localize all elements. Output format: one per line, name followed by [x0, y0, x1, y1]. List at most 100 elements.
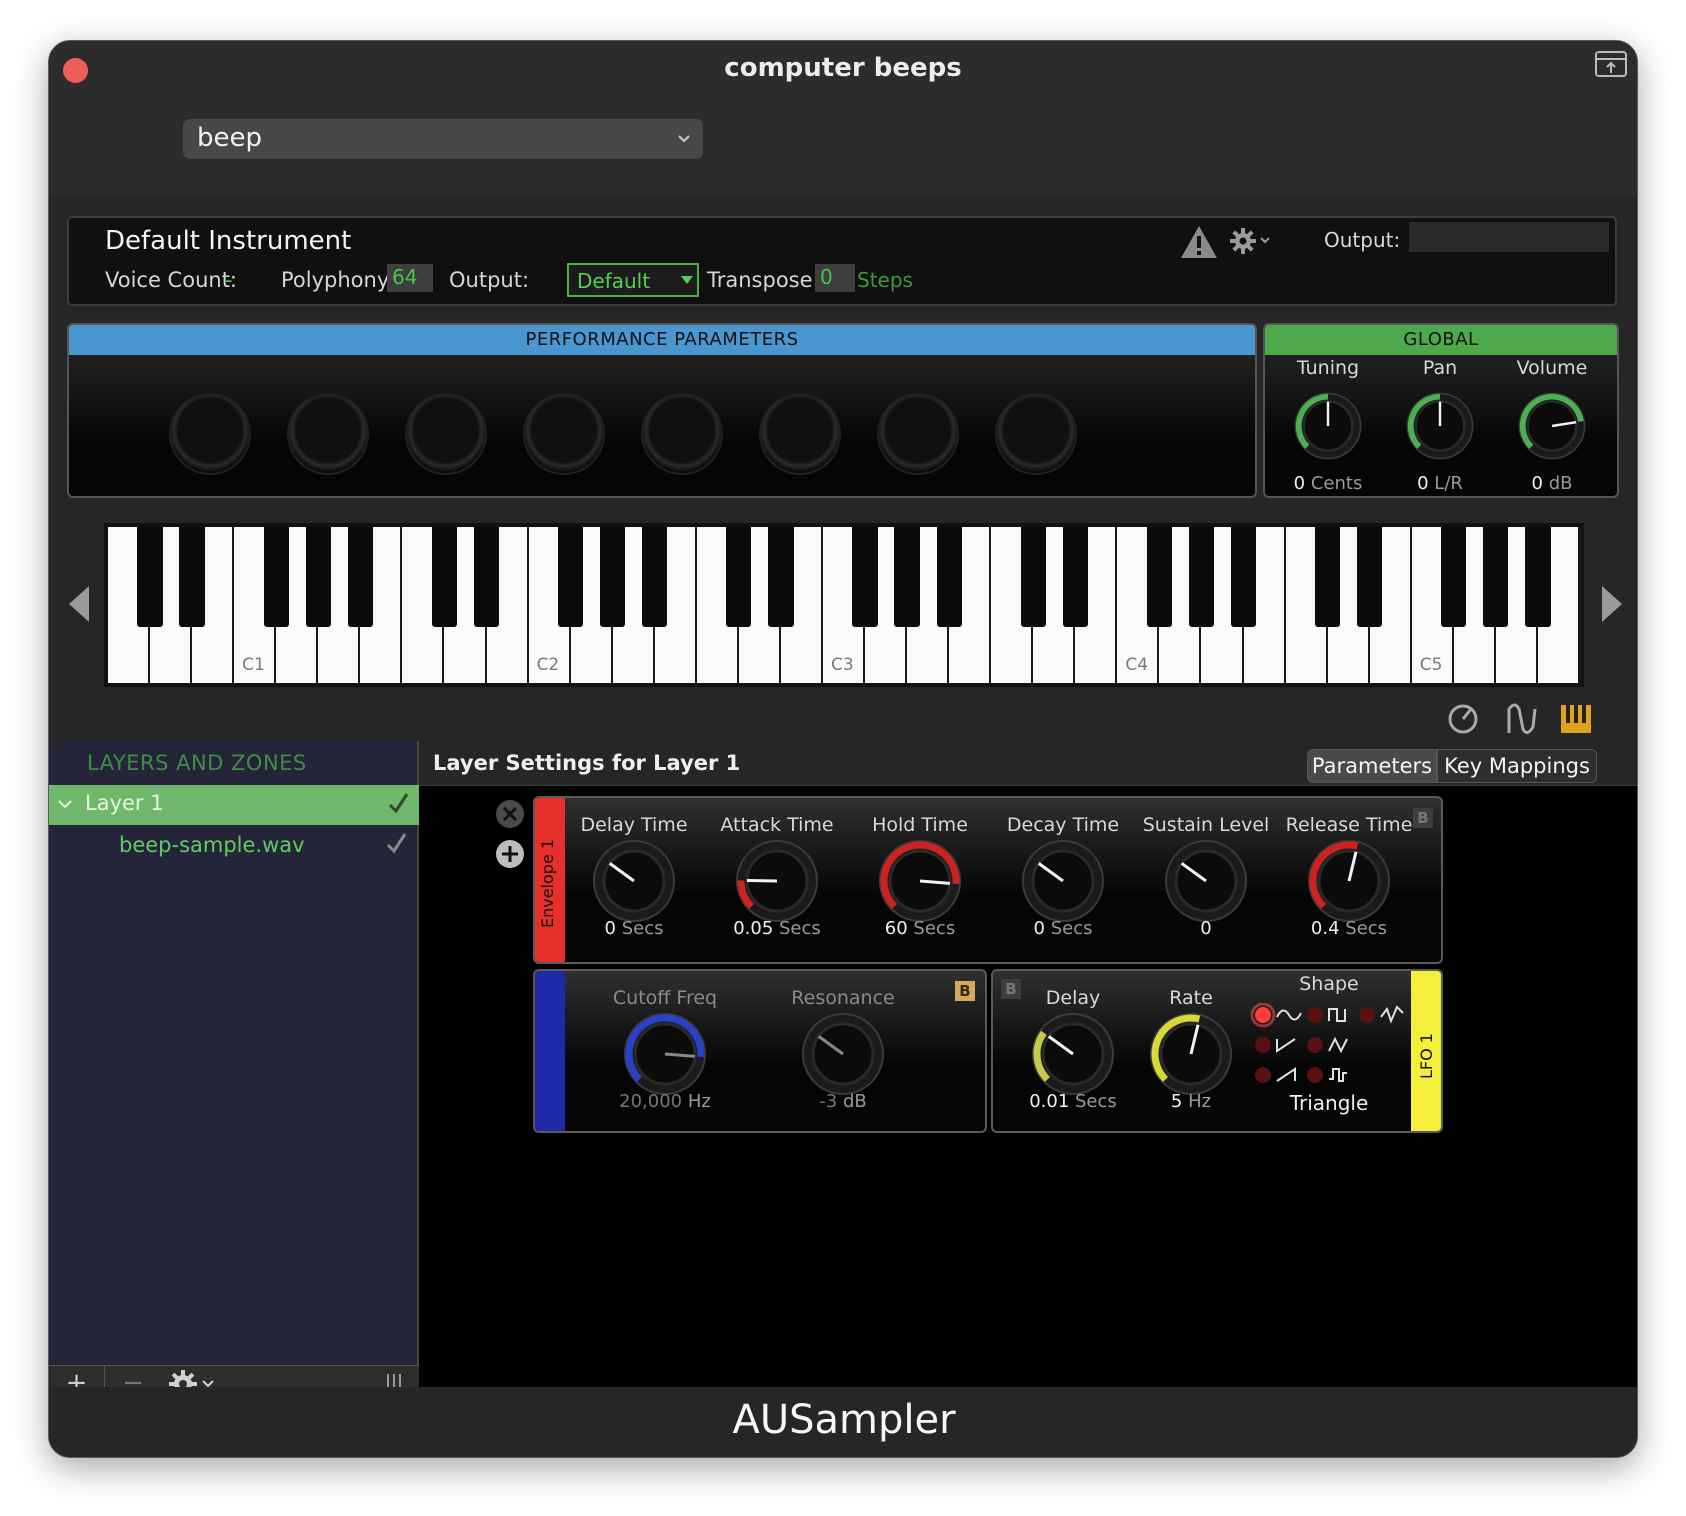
envelope-value-1: 0.05 Secs — [733, 918, 821, 939]
layer-row[interactable]: Layer 1 — [49, 785, 419, 825]
performance-knob-1[interactable] — [169, 393, 251, 475]
piano-keyboard[interactable]: C1 C2 C3 C4 C5 — [104, 523, 1584, 687]
performance-parameters-header: PERFORMANCE PARAMETERS — [69, 325, 1255, 355]
filter-knob-1[interactable] — [800, 1011, 886, 1097]
performance-knob-5[interactable] — [641, 393, 723, 475]
global-panel: GLOBAL Tuning 0 Cents Pan 0 L/R Volume 0 dB — [1263, 323, 1619, 498]
envelope-b-badge[interactable]: B — [1413, 808, 1433, 828]
lfo-label: LFO 1 — [1417, 1033, 1436, 1079]
global-knob-0[interactable] — [1293, 391, 1363, 461]
output-dropdown[interactable]: Default — [567, 263, 699, 297]
performance-knob-8[interactable] — [995, 393, 1077, 475]
lfo-panel: B LFO 1 Shape Triangle Delay 0.01 Secs R… — [991, 969, 1443, 1133]
lfo-value-1: 5 Hz — [1170, 1091, 1212, 1112]
keyboard-scroll-left-button[interactable] — [69, 586, 89, 622]
envelope-knob-3[interactable] — [1020, 838, 1106, 924]
output-label: Output: — [449, 268, 530, 292]
black-key[interactable] — [473, 527, 500, 627]
shape-value: Triangle — [1289, 1091, 1369, 1115]
black-key[interactable] — [1441, 527, 1467, 627]
black-key[interactable] — [936, 527, 962, 627]
global-label-2: Volume — [1516, 357, 1588, 379]
performance-knob-3[interactable] — [405, 393, 487, 475]
black-key[interactable] — [1483, 527, 1509, 627]
lfo-side-bar: LFO 1 — [1411, 971, 1441, 1131]
keyboard-view-icon[interactable] — [1561, 705, 1591, 733]
envelope-value-5: 0.4 Secs — [1310, 918, 1388, 939]
output-value: Default — [577, 269, 651, 293]
performance-knob-2[interactable] — [287, 393, 369, 475]
envelope-knob-2[interactable] — [877, 838, 963, 924]
knob-view-icon[interactable] — [1448, 704, 1478, 734]
view-toggle-group — [1448, 703, 1591, 734]
chevron-down-icon[interactable] — [57, 797, 73, 811]
zone-item[interactable]: beep-sample.wav — [119, 833, 305, 857]
black-key[interactable] — [263, 527, 289, 627]
black-key[interactable] — [1315, 527, 1341, 627]
gear-icon[interactable] — [1229, 226, 1273, 256]
black-key[interactable] — [558, 527, 584, 627]
performance-knob-6[interactable] — [759, 393, 841, 475]
lfo-shape-selector[interactable] — [1249, 1003, 1409, 1103]
octave-label: C2 — [536, 655, 560, 675]
black-key[interactable] — [1146, 527, 1173, 627]
envelope-side-bar: Envelope 1 — [535, 798, 565, 962]
black-key[interactable] — [1230, 527, 1257, 627]
close-icon[interactable] — [495, 799, 525, 829]
black-key[interactable] — [1062, 527, 1088, 627]
lfo-knob-0[interactable] — [1030, 1011, 1116, 1097]
tab-parameters[interactable]: Parameters — [1307, 749, 1437, 783]
envelope-knob-1[interactable] — [734, 838, 820, 924]
transpose-field[interactable]: 0 — [815, 264, 855, 292]
output-meter — [1409, 222, 1609, 252]
black-key[interactable] — [852, 527, 878, 627]
black-key[interactable] — [768, 527, 794, 627]
black-key[interactable] — [179, 527, 205, 627]
filter-knob-0[interactable] — [622, 1011, 708, 1097]
filter-label-1: Resonance — [791, 987, 895, 1009]
black-key[interactable] — [305, 527, 331, 627]
global-knob-1[interactable] — [1405, 391, 1475, 461]
waveform-view-icon[interactable] — [1507, 703, 1537, 734]
layer-label: Layer 1 — [85, 791, 164, 815]
envelope-knob-4[interactable] — [1163, 838, 1249, 924]
filter-b-badge[interactable]: B — [955, 981, 975, 1001]
performance-knob-4[interactable] — [523, 393, 605, 475]
octave-label: C1 — [242, 655, 265, 675]
envelope-panel: Envelope 1 B Delay Time 0 Secs Attack Time… — [533, 796, 1443, 964]
black-key[interactable] — [642, 527, 668, 627]
ausampler-window: computer beeps beep Default Instrument V… — [48, 40, 1638, 1458]
voice-count-label: Voice Count: — [105, 268, 237, 292]
black-key[interactable] — [894, 527, 920, 627]
filter-panel: B Cutoff Freq 20,000 Hz Resonance -3 dB — [533, 969, 987, 1133]
filter-value-0: 20,000 Hz — [619, 1091, 711, 1112]
checkmark-icon[interactable] — [385, 831, 407, 855]
black-key[interactable] — [600, 527, 626, 627]
warning-icon[interactable] — [1179, 224, 1219, 260]
checkmark-icon[interactable] — [387, 791, 409, 815]
black-key[interactable] — [1188, 527, 1215, 627]
tab-key-mappings[interactable]: Key Mappings — [1437, 749, 1597, 783]
lfo-knob-1[interactable] — [1148, 1011, 1234, 1097]
preset-dropdown[interactable]: beep — [183, 119, 703, 159]
envelope-knob-0[interactable] — [591, 838, 677, 924]
add-module-icon[interactable] — [495, 839, 525, 869]
black-key[interactable] — [431, 527, 458, 627]
black-key[interactable] — [1020, 527, 1046, 627]
expand-view-icon[interactable] — [1595, 51, 1627, 77]
envelope-knob-5[interactable] — [1306, 838, 1392, 924]
performance-knob-7[interactable] — [877, 393, 959, 475]
black-key[interactable] — [137, 527, 163, 627]
filter-label-0: Cutoff Freq — [612, 987, 718, 1009]
polyphony-field[interactable]: 64 — [387, 264, 433, 292]
keyboard-scroll-right-button[interactable] — [1602, 586, 1622, 622]
black-key[interactable] — [1357, 527, 1383, 627]
layer-settings-title: Layer Settings for Layer 1 — [433, 751, 741, 775]
global-knob-2[interactable] — [1517, 391, 1587, 461]
black-key[interactable] — [347, 527, 373, 627]
preset-value: beep — [197, 123, 262, 153]
envelope-value-2: 60 Secs — [884, 918, 956, 939]
black-key[interactable] — [726, 527, 752, 627]
output-meter-label: Output: — [1324, 228, 1401, 252]
black-key[interactable] — [1525, 527, 1551, 627]
